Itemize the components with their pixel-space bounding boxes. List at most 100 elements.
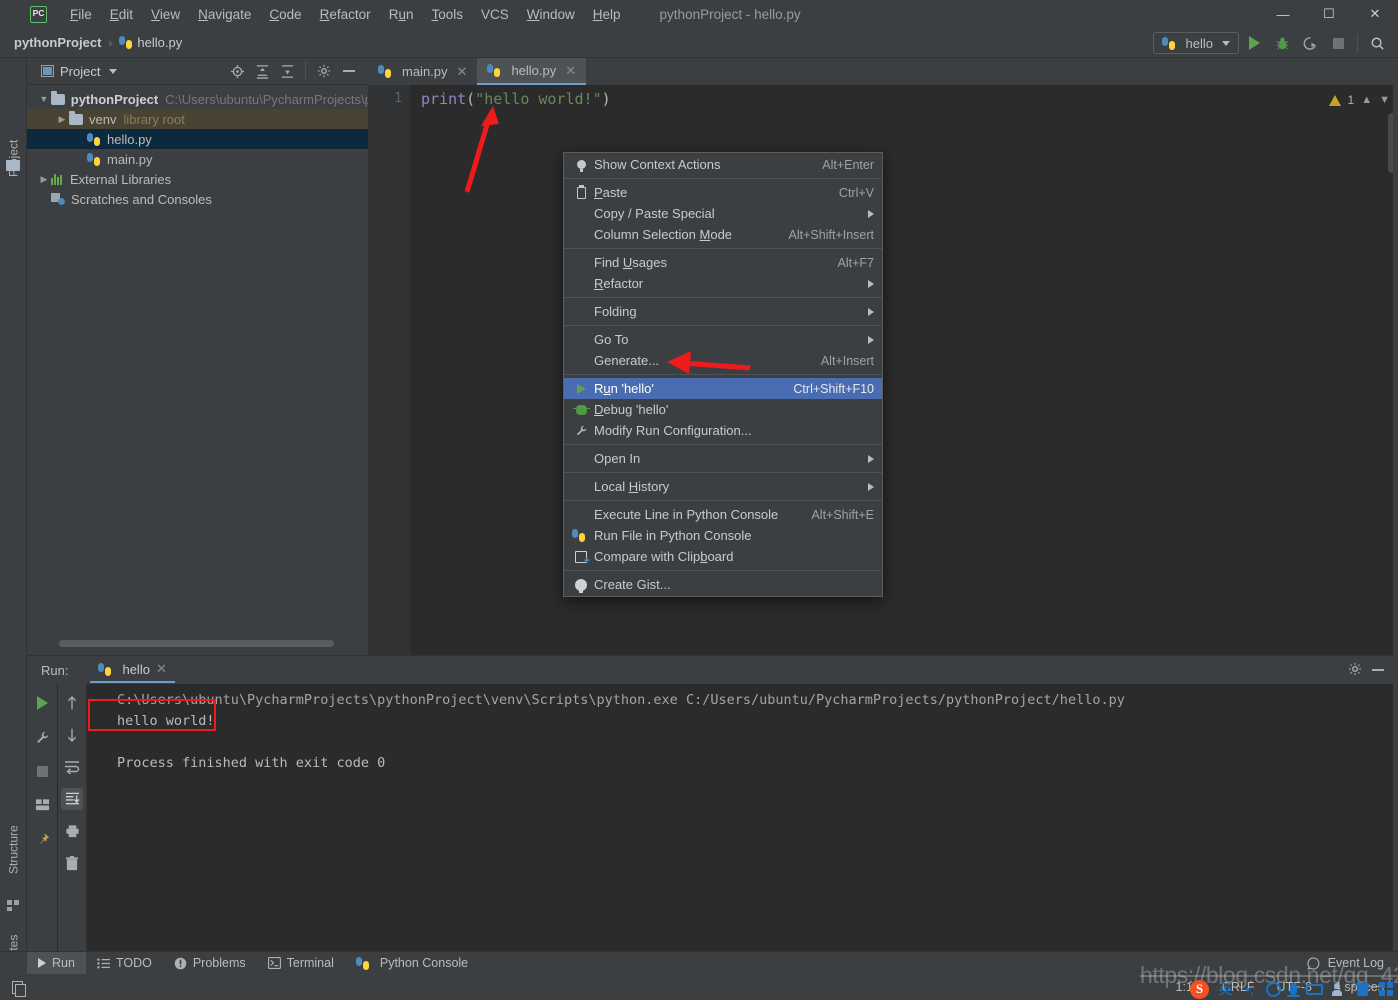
breadcrumb[interactable]: pythonProject › hello.py [14, 35, 182, 50]
soft-keyboard-icon[interactable] [1306, 983, 1323, 995]
soft-wrap-button[interactable] [61, 756, 83, 778]
chevron-right-icon[interactable]: ▶ [37, 174, 51, 185]
run-console-output[interactable]: C:\Users\ubuntu\PycharmProjects\pythonPr… [87, 684, 1398, 952]
menu-bar[interactable]: File Edit View Navigate Code Refactor Ru… [61, 3, 630, 26]
toolbox-icon[interactable] [1379, 982, 1393, 996]
menu-item-column-selection-mode[interactable]: Column Selection Mode Alt+Shift+Insert [564, 224, 882, 245]
menu-item-refactor[interactable]: Refactor [564, 273, 882, 294]
menu-item-show-context-actions[interactable]: Show Context Actions Alt+Enter [564, 154, 882, 175]
menu-item-paste[interactable]: Paste Ctrl+V [564, 182, 882, 203]
bottom-item-run[interactable]: Run [27, 951, 86, 975]
menu-navigate[interactable]: Navigate [189, 3, 260, 26]
clear-all-button[interactable] [61, 852, 83, 874]
tree-row-external-libraries[interactable]: ▶ External Libraries [27, 169, 368, 189]
search-everywhere-button[interactable] [1364, 30, 1390, 56]
scroll-to-end-button[interactable] [61, 788, 83, 810]
menu-item-run-file-in-python-console[interactable]: Run File in Python Console [564, 525, 882, 546]
sidebar-item-project[interactable]: Project [0, 120, 27, 196]
run-with-coverage-button[interactable] [1297, 30, 1323, 56]
menu-item-run-hello[interactable]: Run 'hello' Ctrl+Shift+F10 [564, 378, 882, 399]
minimize-button[interactable]: — [1260, 0, 1306, 28]
english-mode-icon[interactable]: 英 [1218, 979, 1233, 999]
modify-options-button[interactable] [31, 726, 53, 748]
menu-edit[interactable]: Edit [101, 3, 142, 26]
tree-row-pythonproject[interactable]: ▼ pythonProject C:\Users\ubuntu\PycharmP… [27, 89, 368, 109]
project-settings-button[interactable] [313, 60, 335, 82]
editor-context-menu[interactable]: Show Context Actions Alt+Enter Paste Ctr… [563, 152, 883, 597]
menu-help[interactable]: Help [584, 3, 630, 26]
editor-gutter[interactable]: 1 [368, 85, 410, 655]
window-controls[interactable]: — ☐ ✕ [1260, 0, 1398, 28]
bottom-item-python-console[interactable]: Python Console [345, 952, 479, 975]
menu-item-create-gist[interactable]: Create Gist... [564, 574, 882, 595]
menu-run[interactable]: Run [380, 3, 423, 26]
prev-occurrence-button[interactable] [61, 692, 83, 714]
inspection-widget[interactable]: 1 ▲ ▼ [1328, 89, 1390, 111]
breadcrumb-project[interactable]: pythonProject [14, 35, 101, 50]
bottom-item-problems[interactable]: Problems [163, 952, 257, 975]
emoji-icon[interactable] [1266, 981, 1281, 997]
tree-row-hello-py[interactable]: hello.py [27, 129, 368, 149]
skin-icon[interactable] [1355, 982, 1370, 996]
menu-view[interactable]: View [142, 3, 189, 26]
menu-item-modify-run-configuration[interactable]: Modify Run Configuration... [564, 420, 882, 441]
pin-button[interactable] [31, 828, 53, 850]
bottom-item-todo[interactable]: TODO [86, 952, 163, 975]
code-editor[interactable]: 1 print("hello world!") 1 ▲ ▼ [368, 85, 1398, 655]
stop-button[interactable] [1325, 30, 1351, 56]
project-tree[interactable]: ▼ pythonProject C:\Users\ubuntu\PycharmP… [27, 85, 368, 209]
run-hide-button[interactable] [1372, 669, 1384, 671]
user-icon[interactable] [1332, 982, 1346, 996]
menu-item-find-usages[interactable]: Find Usages Alt+F7 [564, 252, 882, 273]
tree-row-scratches[interactable]: Scratches and Consoles [27, 189, 368, 209]
debug-button[interactable] [1269, 30, 1295, 56]
chevron-right-icon[interactable]: ▶ [55, 114, 69, 125]
menu-item-generate[interactable]: Generate... Alt+Insert [564, 350, 882, 371]
ime-toolbar[interactable]: S 英 •, [1190, 978, 1393, 1000]
chevron-down-icon[interactable]: ▼ [37, 94, 51, 104]
menu-vcs[interactable]: VCS [472, 3, 518, 26]
editor-tab-hello-py[interactable]: hello.py ✕ [477, 58, 587, 85]
hide-panel-button[interactable] [338, 60, 360, 82]
menu-file[interactable]: File [61, 3, 101, 26]
menu-code[interactable]: Code [260, 3, 310, 26]
menu-item-execute-line-in-python-console[interactable]: Execute Line in Python Console Alt+Shift… [564, 504, 882, 525]
tree-row-venv[interactable]: ▶ venv library root [27, 109, 368, 129]
breadcrumb-file[interactable]: hello.py [137, 35, 182, 50]
chevron-down-icon[interactable]: ▼ [1379, 94, 1390, 106]
layout-button[interactable] [31, 794, 53, 816]
bottom-item-terminal[interactable]: Terminal [257, 952, 345, 975]
menu-item-copy-paste-special[interactable]: Copy / Paste Special [564, 203, 882, 224]
menu-item-debug-hello[interactable]: Debug 'hello' [564, 399, 882, 420]
tree-row-main-py[interactable]: main.py [27, 149, 368, 169]
run-configuration-selector[interactable]: hello [1152, 32, 1239, 54]
stop-button[interactable] [31, 760, 53, 782]
code-line-1[interactable]: print("hello world!") [421, 90, 611, 108]
close-icon[interactable]: ✕ [457, 64, 468, 80]
expand-all-button[interactable] [251, 60, 273, 82]
voice-input-icon[interactable] [1287, 983, 1300, 997]
menu-item-open-in[interactable]: Open In [564, 448, 882, 469]
close-icon[interactable]: ✕ [565, 63, 576, 79]
collapse-all-button[interactable] [276, 60, 298, 82]
sogou-logo-icon[interactable]: S [1190, 979, 1209, 999]
menu-item-folding[interactable]: Folding [564, 301, 882, 322]
next-occurrence-button[interactable] [61, 724, 83, 746]
locate-button[interactable] [226, 60, 248, 82]
status-bar-left[interactable] [0, 980, 34, 997]
menu-item-local-history[interactable]: Local History [564, 476, 882, 497]
chevron-down-icon[interactable] [109, 68, 118, 74]
menu-item-compare-with-clipboard[interactable]: Compare with Clipboard [564, 546, 882, 567]
maximize-button[interactable]: ☐ [1306, 0, 1352, 28]
project-panel-title-group[interactable]: Project [41, 64, 118, 79]
project-horizontal-scrollbar[interactable] [59, 640, 334, 647]
menu-window[interactable]: Window [518, 3, 584, 26]
menu-tools[interactable]: Tools [422, 3, 472, 26]
run-settings-button[interactable] [1348, 661, 1362, 679]
menu-item-go-to[interactable]: Go To [564, 329, 882, 350]
punctuation-icon[interactable]: •, [1242, 981, 1257, 997]
run-button[interactable] [1241, 30, 1267, 56]
close-icon[interactable]: ✕ [156, 661, 167, 677]
run-tab-hello[interactable]: hello ✕ [90, 657, 175, 683]
close-button[interactable]: ✕ [1352, 0, 1398, 28]
